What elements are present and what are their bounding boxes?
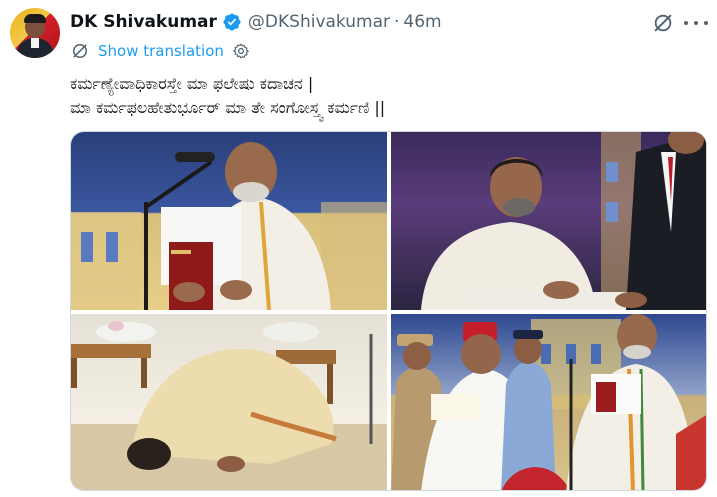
grok-icon[interactable] [652,12,674,34]
avatar[interactable] [10,8,60,58]
photo-signing-image [421,132,706,310]
photo-ceremony-image [391,314,706,490]
tweet-text: ಕರ್ಮಣ್ಯೇವಾಧಿಕಾರಸ್ತೇ ಮಾ ಫಲೇಷು ಕದಾಚನ | ಮಾ … [70,72,670,120]
display-name[interactable]: DK Shivakumar [70,12,217,32]
tweet-text-line: ಕರ್ಮಣ್ಯೇವಾಧಿಕಾರಸ್ತೇ ಮಾ ಫಲೇಷು ಕದಾಚನ | [70,74,314,93]
media-photo-signing[interactable] [391,132,706,310]
media-photo-ceremony[interactable] [391,314,706,490]
separator-dot: · [394,12,400,32]
settings-gear-icon[interactable] [232,42,250,60]
show-translation-link[interactable]: Show translation [98,42,224,60]
photo-oath-reading-image [71,142,387,310]
more-horizontal-icon[interactable] [684,12,708,34]
more-dot [684,21,688,25]
media-photo-oath-reading[interactable] [71,132,387,310]
more-dot [704,21,708,25]
media-grid [70,131,707,491]
tweet-header: DK Shivakumar @DKShivakumar · 46m [70,10,442,34]
timestamp[interactable]: 46m [403,12,441,32]
avatar-hair [24,14,46,23]
avatar-collar [31,38,39,48]
handle[interactable]: @DKShivakumar [248,12,390,32]
more-dot [694,21,698,25]
verified-badge-icon [223,13,241,31]
translate-row: Show translation [70,40,250,62]
tweet-text-line: ಮಾ ಕರ್ಮಫಲಹೇತುರ್ಭೂರ್ ಮಾ ತೇ ಸಂಗೋಸ್ತ್ವ ಕರ್ಮ… [70,98,386,117]
translate-icon [73,44,87,58]
media-photo-bowing[interactable] [71,314,387,490]
photo-bowing-image [71,321,387,490]
